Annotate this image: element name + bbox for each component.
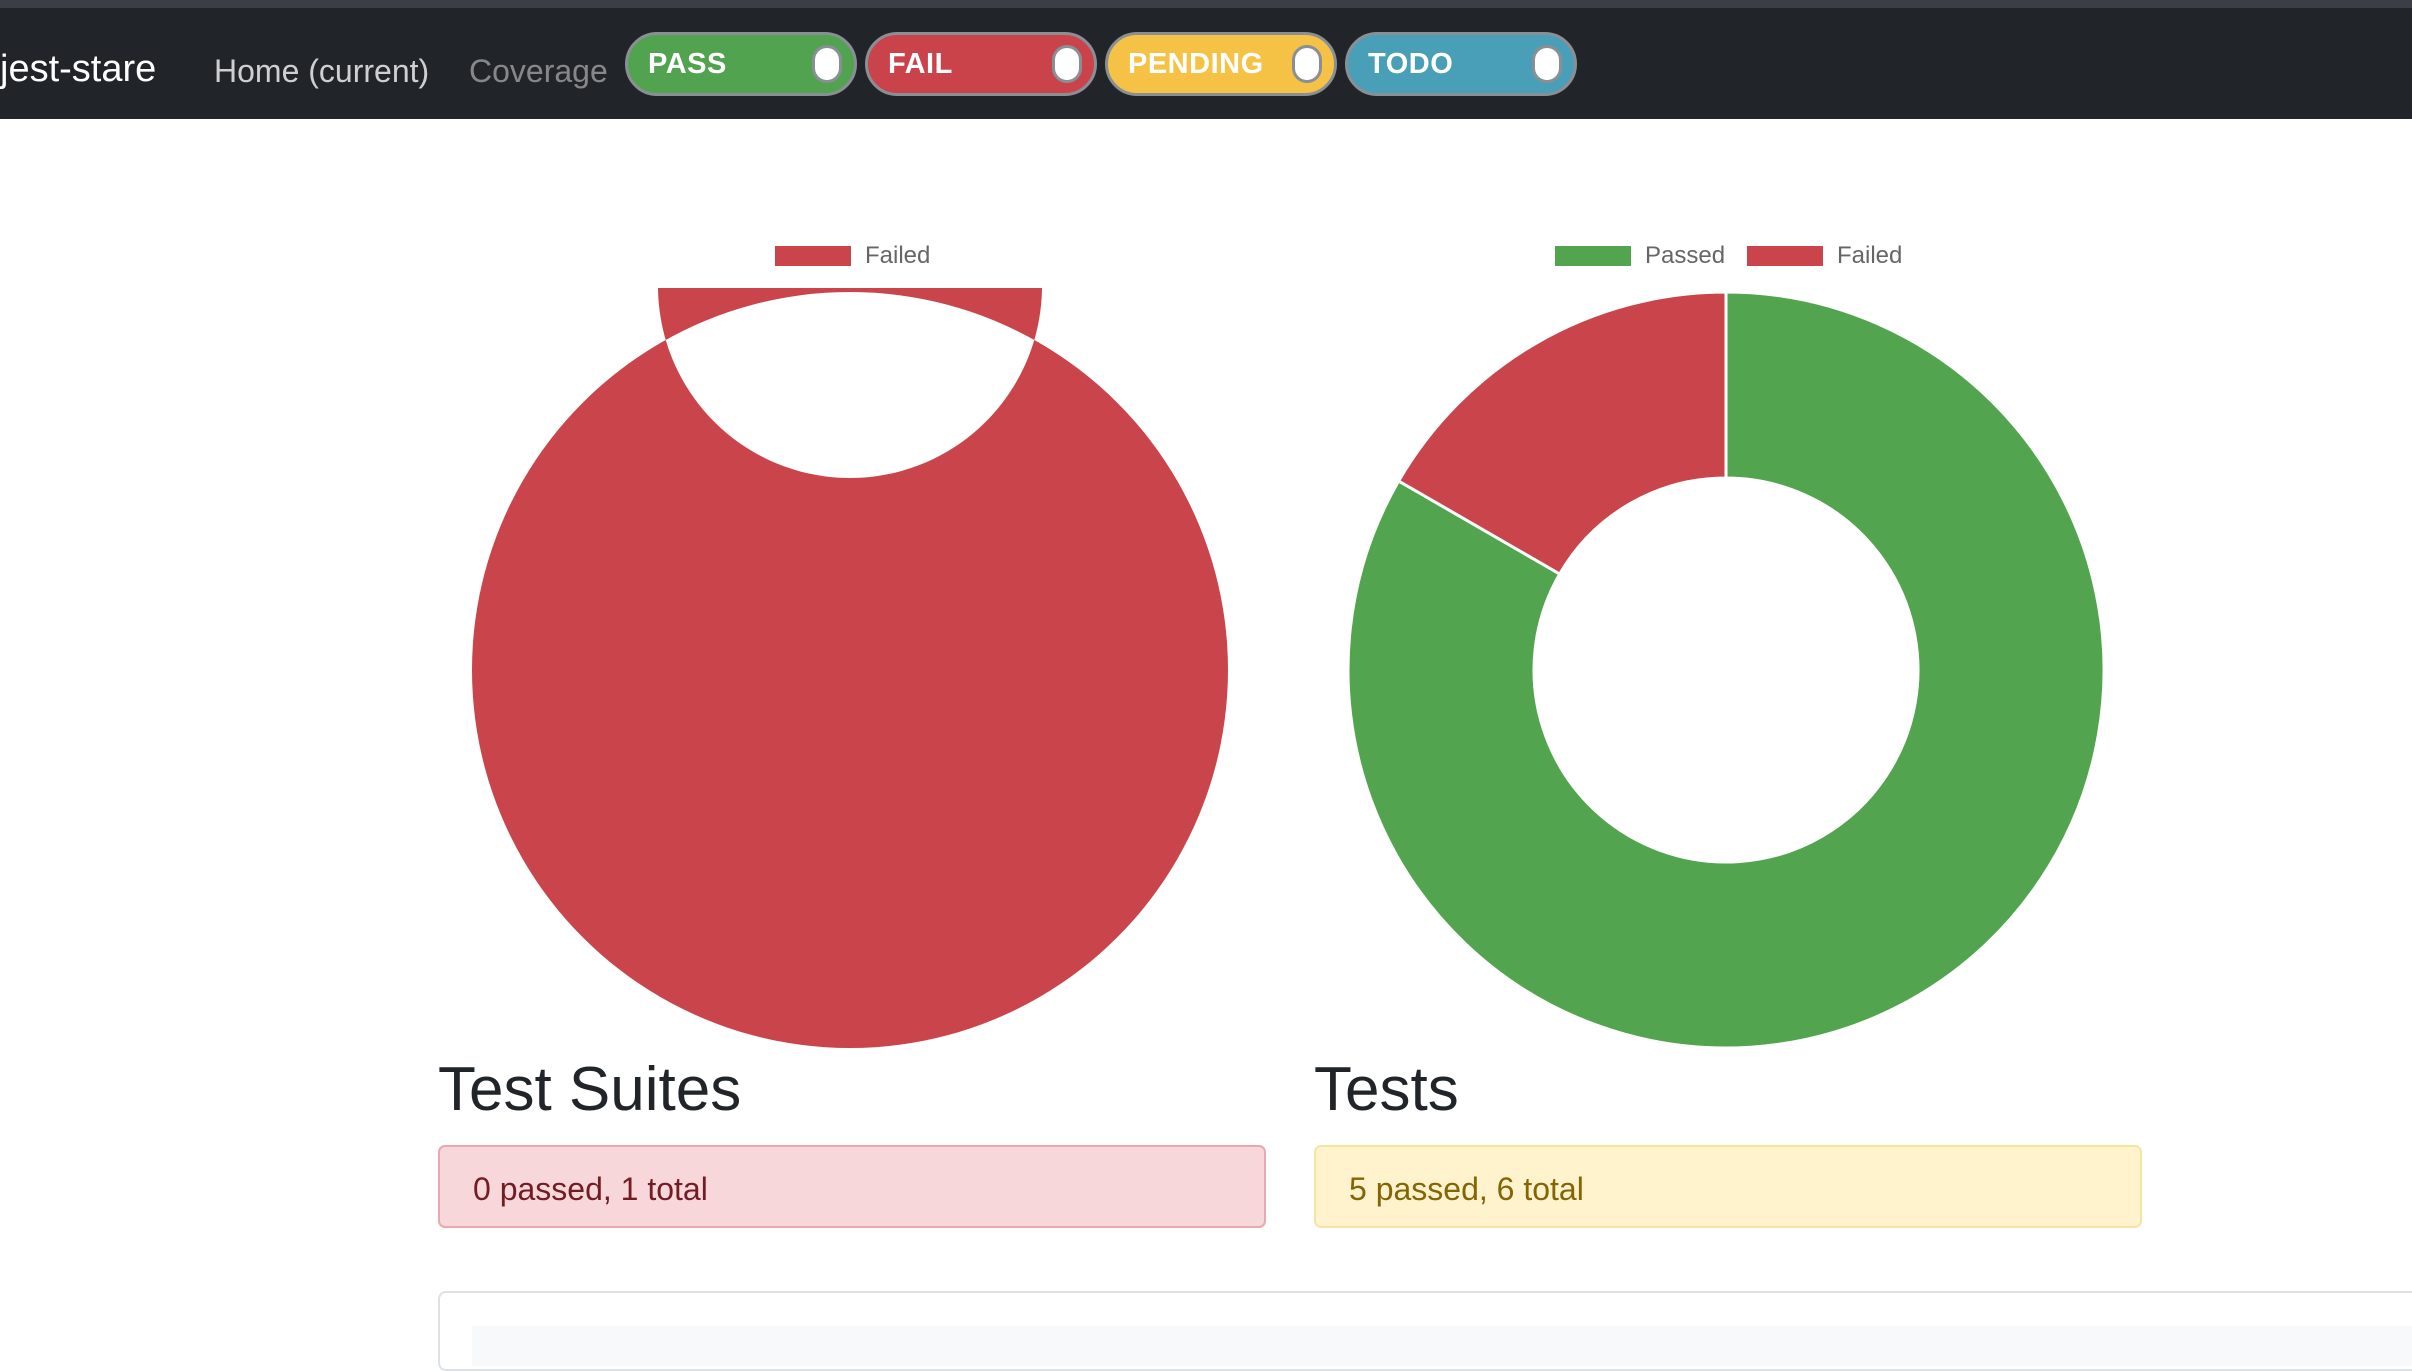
pending-toggle-knob[interactable] <box>1292 45 1322 83</box>
pending-toggle-label: PENDING <box>1128 48 1264 80</box>
tests-summary-text: 5 passed, 6 total <box>1349 1171 1584 1207</box>
pending-toggle[interactable]: PENDING <box>1105 32 1337 96</box>
legend-label-failed: Failed <box>865 242 931 269</box>
results-panel-header <box>472 1326 2412 1366</box>
tests-summary-alert: 5 passed, 6 total <box>1314 1145 2142 1228</box>
pass-toggle-label: PASS <box>648 48 727 80</box>
todo-toggle-knob[interactable] <box>1532 45 1562 83</box>
results-panel <box>438 1291 2412 1371</box>
nav-home-link[interactable]: Home (current) <box>214 48 429 94</box>
navbar: jest-stare Home (current) Coverage PASS … <box>0 8 2412 119</box>
legend-swatch-passed <box>1555 246 1631 266</box>
brand[interactable]: jest-stare <box>0 44 156 94</box>
pass-toggle-knob[interactable] <box>812 45 842 83</box>
tests-donut-chart <box>1346 290 2106 1050</box>
legend-swatch-failed <box>775 246 851 266</box>
legend-label-failed: Failed <box>1837 242 1903 269</box>
window-top-edge <box>0 0 2412 8</box>
todo-toggle-label: TODO <box>1368 48 1454 80</box>
tests-chart-legend: Passed Failed <box>1555 243 1915 269</box>
fail-toggle-knob[interactable] <box>1052 45 1082 83</box>
fail-toggle-label: FAIL <box>888 48 953 80</box>
pass-toggle[interactable]: PASS <box>625 32 857 96</box>
suites-donut-chart <box>472 288 1228 1048</box>
legend-label-passed: Passed <box>1645 242 1726 269</box>
suites-chart-legend: Failed <box>775 243 935 269</box>
fail-toggle[interactable]: FAIL <box>865 32 1097 96</box>
suites-title: Test Suites <box>438 1055 742 1124</box>
suites-summary-text: 0 passed, 1 total <box>473 1171 708 1207</box>
nav-coverage-link[interactable]: Coverage <box>469 48 608 94</box>
tests-title: Tests <box>1314 1055 1459 1124</box>
legend-swatch-failed <box>1747 246 1823 266</box>
suites-summary-alert: 0 passed, 1 total <box>438 1145 1266 1228</box>
todo-toggle[interactable]: TODO <box>1345 32 1577 96</box>
